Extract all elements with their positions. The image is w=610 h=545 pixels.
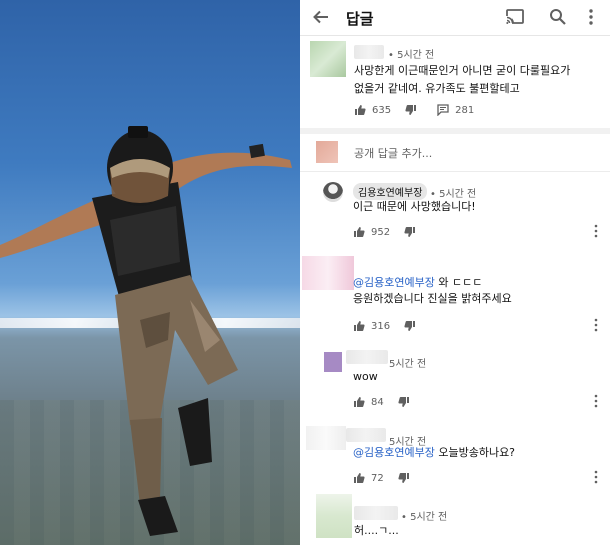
dislike-button[interactable] xyxy=(404,226,416,238)
like-button[interactable]: 635 xyxy=(354,104,391,116)
like-count: 952 xyxy=(371,226,391,238)
mention-link[interactable]: @김용호연예부장 xyxy=(353,446,435,459)
page-title: 답글 xyxy=(346,10,374,28)
thumbs-down-icon xyxy=(404,321,416,331)
cast-icon[interactable] xyxy=(505,8,525,26)
avatar[interactable] xyxy=(302,256,354,290)
comment-text: 와 ㄷㄷㄷ xyxy=(438,276,483,289)
add-reply-row: 공개 답글 추가... xyxy=(300,134,610,172)
comment-time: • 5시간 전 xyxy=(388,50,435,61)
like-button[interactable]: 316 xyxy=(353,320,390,332)
avatar[interactable] xyxy=(324,352,342,372)
blurred-username xyxy=(354,45,384,59)
avatar[interactable] xyxy=(310,41,346,77)
blurred-username xyxy=(346,350,388,364)
add-reply-input[interactable]: 공개 답글 추가... xyxy=(354,145,432,161)
comment-actions: 635 281 xyxy=(354,102,474,118)
like-count: 84 xyxy=(371,396,384,408)
comment-text-line1: 사망한게 이근때문인거 아니면 굳이 다룰필요가 xyxy=(354,64,571,77)
dislike-button[interactable] xyxy=(405,104,417,116)
comment-more-icon[interactable] xyxy=(594,394,598,408)
like-button[interactable]: 952 xyxy=(353,226,390,238)
reply-count: 281 xyxy=(455,104,475,116)
thumbs-up-icon xyxy=(354,397,365,407)
blurred-username xyxy=(346,428,386,442)
my-avatar xyxy=(316,141,338,163)
comment-text-line: @김용호연예부장 오늘방송하나요? xyxy=(353,444,515,462)
comment-time: • 5시간 전 xyxy=(401,512,448,523)
reply-comment: 5시간 전 wow 84 xyxy=(300,346,610,416)
like-button[interactable]: 84 xyxy=(353,396,384,408)
thumbs-up-icon xyxy=(354,473,365,483)
dislike-button[interactable] xyxy=(398,472,410,484)
thumbs-down-icon xyxy=(398,397,409,407)
reply-comment: @김용호연예부장 와 ㄷㄷㄷ 응원하겠습니다 진실을 밝혀주세요 316 xyxy=(300,252,610,332)
like-count: 72 xyxy=(371,472,384,484)
like-count: 635 xyxy=(372,104,392,116)
comment-time: 5시간 전 xyxy=(389,359,427,370)
skydiver-figure xyxy=(0,126,292,536)
thumbs-down-icon xyxy=(405,105,417,115)
avatar[interactable] xyxy=(316,494,352,538)
avatar[interactable] xyxy=(306,426,346,450)
comment-text-line2: 응원하겠습니다 진실을 밝혀주세요 xyxy=(353,292,512,305)
parent-comment: • 5시간 전 사망한게 이근때문인거 아니면 굳이 다룰필요가 없을거 같네여… xyxy=(300,36,610,128)
comment-more-icon[interactable] xyxy=(594,470,598,484)
top-bar: 답글 xyxy=(300,0,610,36)
comment-actions: 316 xyxy=(353,318,416,334)
comment-text: 이근 때문에 사망했습니다! xyxy=(353,200,476,213)
reply-count-button[interactable]: 281 xyxy=(437,104,474,116)
comment-text-line2: 없을거 같네여. 유가족도 불편할테고 xyxy=(354,82,520,95)
blurred-username xyxy=(354,506,398,520)
thumbs-up-icon xyxy=(354,227,365,237)
reply-comment: • 5시간 전 허....ㄱ... xyxy=(300,494,610,545)
comment-actions: 952 xyxy=(353,224,416,240)
mention-link[interactable]: @김용호연예부장 xyxy=(353,276,435,289)
like-count: 316 xyxy=(371,320,391,332)
reply-comment: 김용호연예부장 • 5시간 전 이근 때문에 사망했습니다! 952 xyxy=(300,176,610,246)
dislike-button[interactable] xyxy=(398,396,410,408)
thumbs-up-icon xyxy=(354,321,365,331)
avatar[interactable] xyxy=(323,182,343,202)
dislike-button[interactable] xyxy=(404,320,416,332)
thumbs-down-icon xyxy=(404,227,416,237)
thumbs-up-icon xyxy=(355,105,366,115)
like-button[interactable]: 72 xyxy=(353,472,384,484)
back-arrow-icon[interactable] xyxy=(312,8,330,26)
comment-text: 오늘방송하나요? xyxy=(438,446,516,459)
comment-icon xyxy=(437,104,449,116)
comment-text: wow xyxy=(353,370,378,383)
comment-actions: 72 xyxy=(353,470,410,486)
comment-text: 허....ㄱ... xyxy=(354,524,399,537)
skydiver-photo xyxy=(0,0,300,545)
reply-comment: 5시간 전 @김용호연예부장 오늘방송하나요? 72 xyxy=(300,424,610,492)
comment-actions: 84 xyxy=(353,394,410,410)
replies-panel: 답글 • 5시간 전 사망한게 이근때문인거 아니면 굳이 다룰필요가 없을거 … xyxy=(300,0,610,545)
more-vert-icon[interactable] xyxy=(588,8,594,26)
thumbs-down-icon xyxy=(398,473,409,483)
search-icon[interactable] xyxy=(549,8,567,26)
comment-more-icon[interactable] xyxy=(594,224,598,238)
comment-more-icon[interactable] xyxy=(594,318,598,332)
